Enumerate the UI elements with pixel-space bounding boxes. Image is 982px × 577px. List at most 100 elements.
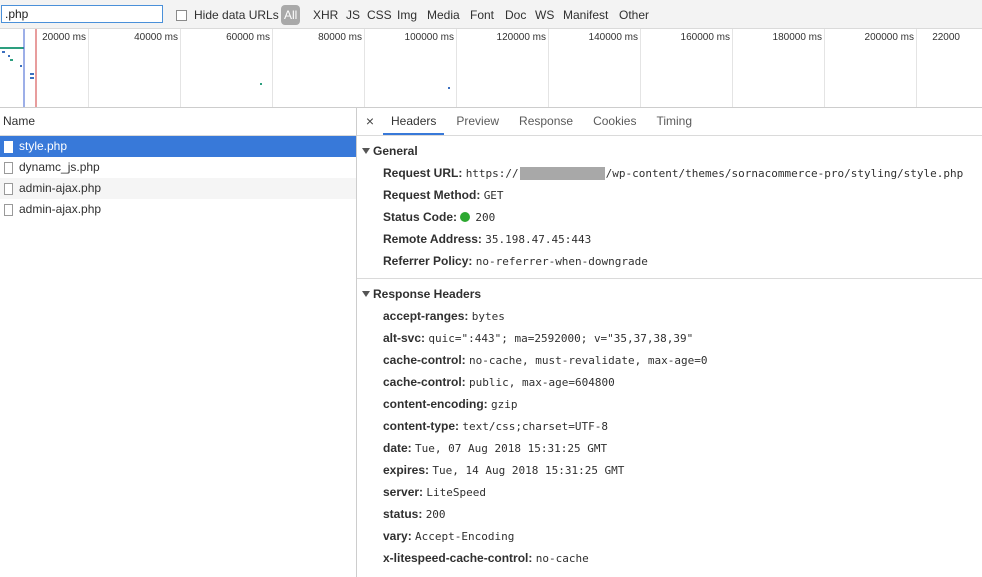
request-url-prefix: https:// (465, 167, 519, 180)
response-header-row: cache-control: no-cache, must-revalidate… (357, 349, 982, 371)
response-header-row: vary: Accept-Encoding (357, 525, 982, 547)
request-row[interactable]: dynamc_js.php (0, 157, 356, 178)
header-value: Accept-Encoding (415, 530, 515, 543)
timeline-bar (10, 59, 13, 61)
request-name: style.php (19, 139, 68, 153)
type-filter-xhr[interactable]: XHR (313, 7, 338, 23)
header-key: status: (383, 507, 423, 521)
timeline-bar (260, 83, 262, 85)
triangle-down-icon (362, 290, 370, 297)
header-key: cache-control: (383, 353, 466, 367)
request-url-path: /wp-content/themes/sornacommerce-pro/sty… (605, 167, 964, 180)
response-header-row: expires: Tue, 14 Aug 2018 15:31:25 GMT (357, 459, 982, 481)
referrer-policy-row: Referrer Policy: no-referrer-when-downgr… (357, 250, 982, 272)
timeline-bar (14, 47, 24, 49)
header-value: public, max-age=604800 (469, 376, 615, 389)
type-filter-img[interactable]: Img (397, 7, 417, 23)
request-name: admin-ajax.php (19, 181, 102, 195)
status-ok-icon (460, 211, 471, 222)
header-key: cache-control: (383, 375, 466, 389)
header-value: 200 (475, 211, 496, 224)
type-filter-js[interactable]: JS (346, 7, 360, 23)
header-value: no-referrer-when-downgrade (475, 255, 648, 268)
request-method-row: Request Method: GET (357, 184, 982, 206)
type-filter-doc[interactable]: Doc (505, 7, 526, 23)
file-icon (4, 161, 13, 174)
header-value: Tue, 07 Aug 2018 15:31:25 GMT (415, 442, 608, 455)
timeline-bar (30, 73, 34, 75)
response-header-row: status: 200 (357, 503, 982, 525)
header-value: 200 (425, 508, 446, 521)
status-code-row: Status Code: 200 (357, 206, 982, 228)
type-filter-other[interactable]: Other (619, 7, 649, 23)
header-key: alt-svc: (383, 331, 426, 345)
response-header-row: date: Tue, 07 Aug 2018 15:31:25 GMT (357, 437, 982, 459)
triangle-down-icon (362, 147, 370, 154)
response-header-row: server: LiteSpeed (357, 481, 982, 503)
redacted-host (519, 167, 605, 181)
header-key: Remote Address: (383, 232, 482, 246)
header-key: Referrer Policy: (383, 254, 473, 268)
timeline-bar (0, 47, 14, 49)
request-url-row: Request URL: https:// /wp-content/themes/… (357, 162, 982, 184)
file-icon (4, 203, 13, 216)
tab-headers[interactable]: Headers (383, 108, 445, 135)
header-value: no-cache (535, 552, 589, 565)
detail-tab-bar: × Headers Preview Response Cookies Timin… (357, 108, 982, 136)
response-headers-list: accept-ranges: bytes alt-svc: quic=":443"… (357, 305, 982, 569)
header-key: Request URL: (383, 166, 463, 180)
tab-response[interactable]: Response (511, 108, 581, 135)
request-list-panel: Name style.php dynamc_js.php admin-ajax.… (0, 108, 357, 577)
name-column-header[interactable]: Name (0, 108, 356, 136)
header-value: quic=":443"; ma=2592000; v="35,37,38,39" (428, 332, 694, 345)
filter-input[interactable] (1, 5, 163, 23)
tab-preview[interactable]: Preview (448, 108, 507, 135)
header-value: text/css;charset=UTF-8 (462, 420, 609, 433)
header-value: gzip (491, 398, 518, 411)
type-filter-css[interactable]: CSS (367, 7, 392, 23)
timeline-bar (30, 77, 34, 79)
hide-data-urls-checkbox[interactable] (176, 9, 187, 21)
header-value: Tue, 14 Aug 2018 15:31:25 GMT (432, 464, 625, 477)
timeline-bar (8, 55, 10, 57)
hide-data-urls-toggle[interactable]: Hide data URLs (176, 7, 279, 23)
response-headers-section-title: Response Headers (373, 287, 482, 301)
header-key: vary: (383, 529, 412, 543)
header-key: accept-ranges: (383, 309, 469, 323)
request-name: dynamc_js.php (19, 160, 100, 174)
close-icon[interactable]: × (357, 108, 383, 135)
header-value: LiteSpeed (426, 486, 486, 499)
timeline-bars (0, 29, 450, 107)
request-row[interactable]: admin-ajax.php (0, 178, 356, 199)
header-value: bytes (471, 310, 505, 323)
header-key: date: (383, 441, 412, 455)
general-section-title: General (373, 144, 418, 158)
timeline-bar (2, 51, 5, 53)
header-key: Request Method: (383, 188, 481, 202)
response-header-row: alt-svc: quic=":443"; ma=2592000; v="35,… (357, 327, 982, 349)
response-header-row: x-litespeed-cache-control: no-cache (357, 547, 982, 569)
tab-cookies[interactable]: Cookies (585, 108, 644, 135)
remote-address-row: Remote Address: 35.198.47.45:443 (357, 228, 982, 250)
header-key: expires: (383, 463, 430, 477)
file-icon (4, 140, 13, 153)
response-header-row: content-encoding: gzip (357, 393, 982, 415)
request-name: admin-ajax.php (19, 202, 102, 216)
type-filter-all[interactable]: All (281, 5, 301, 25)
general-section-toggle[interactable]: General (357, 140, 982, 162)
timeline-bar (20, 65, 22, 67)
request-row[interactable]: admin-ajax.php (0, 199, 356, 220)
request-row[interactable]: style.php (0, 136, 356, 157)
type-filter-media[interactable]: Media (427, 7, 460, 23)
type-filter-font[interactable]: Font (470, 7, 494, 23)
response-header-row: accept-ranges: bytes (357, 305, 982, 327)
type-filter-manifest[interactable]: Manifest (563, 7, 608, 23)
header-key: server: (383, 485, 424, 499)
timeline-overview[interactable]: 20000 ms 40000 ms 60000 ms 80000 ms 1000… (0, 29, 982, 108)
type-filter-ws[interactable]: WS (535, 7, 554, 23)
file-icon (4, 182, 13, 195)
response-headers-section-toggle[interactable]: Response Headers (357, 283, 982, 305)
tab-timing[interactable]: Timing (648, 108, 700, 135)
request-detail-panel: × Headers Preview Response Cookies Timin… (357, 108, 982, 577)
response-header-row: content-type: text/css;charset=UTF-8 (357, 415, 982, 437)
